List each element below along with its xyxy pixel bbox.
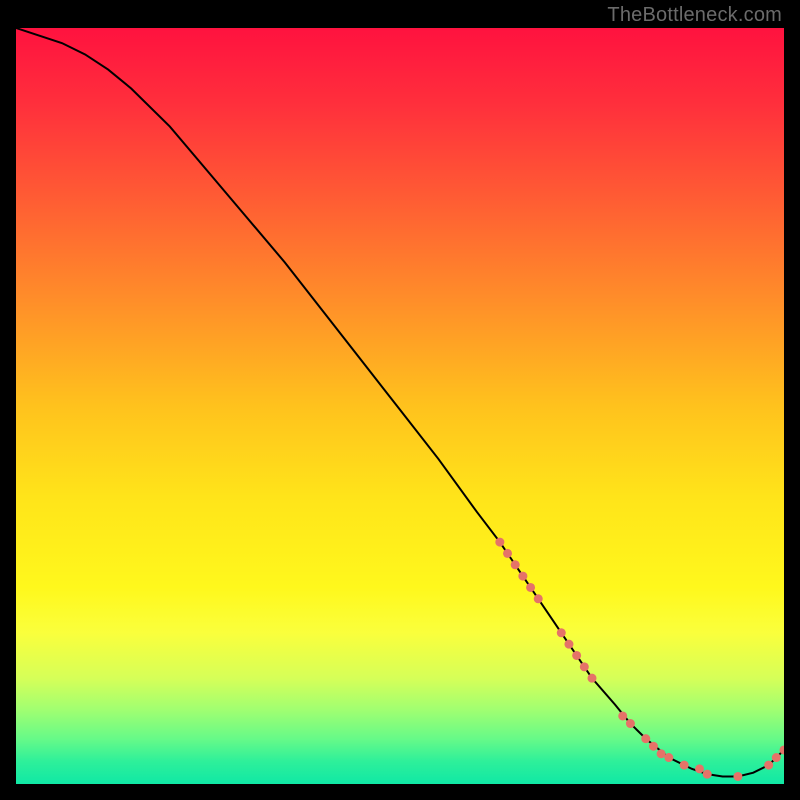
- plot-area: [16, 28, 784, 784]
- chart-svg: [16, 28, 784, 784]
- data-point: [733, 772, 742, 781]
- data-point: [503, 549, 512, 558]
- data-point: [534, 594, 543, 603]
- data-point: [618, 711, 627, 720]
- data-point: [664, 753, 673, 762]
- data-point: [764, 761, 773, 770]
- data-point: [695, 764, 704, 773]
- data-point: [772, 753, 781, 762]
- data-point: [557, 628, 566, 637]
- data-point: [649, 742, 658, 751]
- gradient-background: [16, 28, 784, 784]
- data-point: [495, 538, 504, 547]
- data-point: [526, 583, 535, 592]
- chart-stage: TheBottleneck.com: [0, 0, 800, 800]
- data-point: [657, 749, 666, 758]
- data-point: [511, 560, 520, 569]
- watermark-text: TheBottleneck.com: [607, 4, 782, 27]
- data-point: [588, 674, 597, 683]
- data-point: [572, 651, 581, 660]
- data-point: [703, 770, 712, 779]
- data-point: [641, 734, 650, 743]
- data-point: [518, 572, 527, 581]
- data-point: [580, 662, 589, 671]
- data-point: [680, 761, 689, 770]
- data-point: [626, 719, 635, 728]
- data-point: [564, 640, 573, 649]
